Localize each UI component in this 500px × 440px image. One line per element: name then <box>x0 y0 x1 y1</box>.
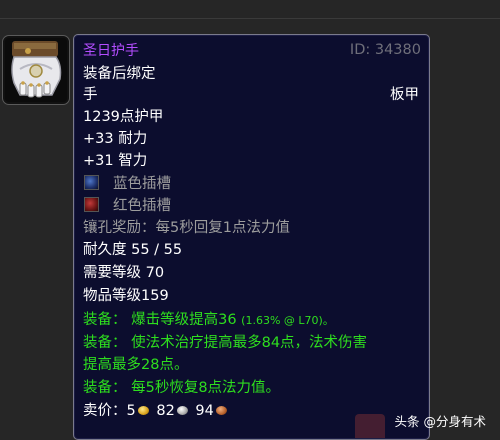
watermark: 头条 @分身有术 <box>394 414 486 429</box>
silver-amount: 82 <box>156 403 175 419</box>
equip-text: 每5秒恢复8点法力值。 <box>131 380 281 396</box>
blue-socket-icon <box>84 175 99 190</box>
equip-effect-crit: 装备： 爆击等级提高36 (1.63% @ L70)。 <box>83 310 334 331</box>
top-divider <box>0 18 500 19</box>
socket-blue-label: 蓝色插槽 <box>113 176 171 192</box>
durability: 耐久度 55 / 55 <box>83 242 183 258</box>
gold-coin-icon <box>137 406 149 415</box>
silver-coin-icon <box>176 406 188 415</box>
bind-text: 装备后绑定 <box>83 66 156 82</box>
gold-amount: 5 <box>126 403 136 419</box>
sell-price: 卖价：5 82 94 <box>83 401 230 421</box>
item-level: 物品等级159 <box>83 288 169 304</box>
item-name: 圣日护手 <box>83 43 139 59</box>
equip-text: 爆击等级提高36 <box>131 312 237 328</box>
watermark-logo-icon <box>355 414 385 438</box>
gauntlet-icon <box>11 41 62 98</box>
socket-blue: 蓝色插槽 <box>83 174 171 194</box>
socket-red-label: 红色插槽 <box>113 198 171 214</box>
stat-stamina: +33 耐力 <box>83 131 148 147</box>
equip-effect-healing: 装备： 使法术治疗提高最多84点，法术伤害 <box>83 333 367 353</box>
item-icon-frame[interactable] <box>2 35 70 105</box>
stat-intellect: +31 智力 <box>83 153 148 169</box>
slot-text: 手 <box>83 87 98 103</box>
item-tooltip: 圣日护手 ID: 34380 装备后绑定 手 板甲 1239点护甲 +33 耐力… <box>73 34 430 440</box>
equip-prefix: 装备： <box>83 380 127 396</box>
armor-value: 1239点护甲 <box>83 109 164 125</box>
sell-price-label: 卖价： <box>83 403 127 419</box>
armor-type-text: 板甲 <box>390 87 419 103</box>
item-id: ID: 34380 <box>349 42 421 58</box>
equip-note: (1.63% @ L70)。 <box>241 314 334 327</box>
equip-text: 使法术治疗提高最多84点，法术伤害 <box>131 335 368 351</box>
socket-bonus: 镶孔奖励：每5秒回复1点法力值 <box>83 220 290 236</box>
required-level: 需要等级 70 <box>83 265 165 281</box>
copper-coin-icon <box>215 406 227 415</box>
equip-prefix: 装备： <box>83 312 127 328</box>
copper-amount: 94 <box>195 403 214 419</box>
socket-red: 红色插槽 <box>83 196 171 216</box>
equip-effect-healing-cont: 提高最多28点。 <box>83 357 189 373</box>
equip-effect-mp5: 装备： 每5秒恢复8点法力值。 <box>83 378 280 398</box>
equip-prefix: 装备： <box>83 335 127 351</box>
red-socket-icon <box>84 197 99 212</box>
